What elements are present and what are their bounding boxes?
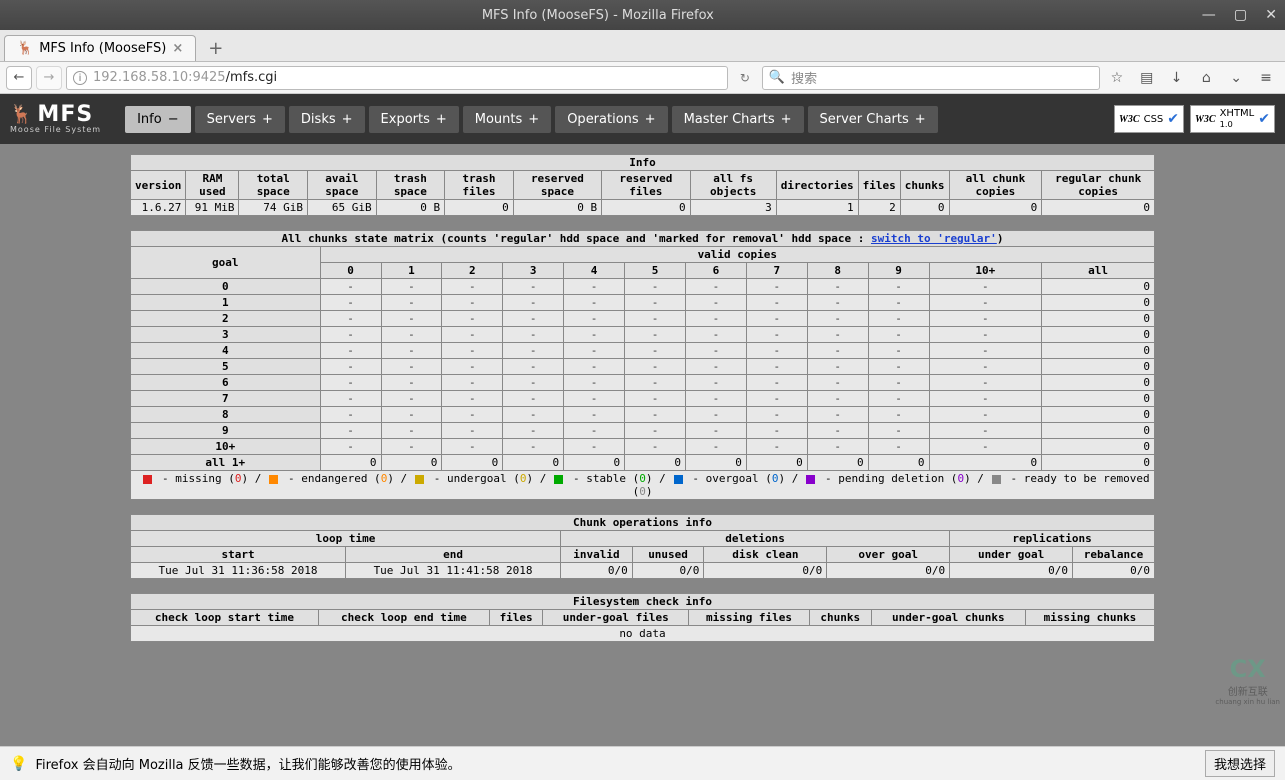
notification-choose-button[interactable]: 我想选择 [1205,750,1275,777]
bookmark-icon[interactable]: ☆ [1104,70,1130,86]
reload-button[interactable]: ↻ [732,71,758,85]
browser-tabs: 🦌 MFS Info (MooseFS) × + [0,30,1285,62]
url-input[interactable]: i 192.168.58.10:9425/mfs.cgi [66,66,728,90]
minimize-icon[interactable]: — [1202,7,1216,23]
mfs-tab-master-charts[interactable]: Master Charts+ [672,106,804,133]
back-button[interactable]: ← [6,66,32,90]
matrix-switch-link[interactable]: switch to 'regular' [871,232,997,245]
window-title: MFS Info (MooseFS) - Mozilla Firefox [8,8,1188,23]
downloads-icon[interactable]: ↓ [1164,70,1190,86]
mfs-tab-disks[interactable]: Disks+ [289,106,365,133]
fs-nodata: no data [131,626,1155,642]
w3c-badge-0[interactable]: W3CCSS✔ [1114,105,1184,133]
notification-text: Firefox 会自动向 Mozilla 反馈一些数据，让我们能够改善您的使用体… [35,754,460,773]
search-icon: 🔍 [769,70,785,85]
browser-tab-active[interactable]: 🦌 MFS Info (MooseFS) × [4,35,196,61]
pocket-icon[interactable]: ⌄ [1223,70,1249,86]
chunk-ops-table: Chunk operations info loop time deletion… [130,514,1155,579]
matrix-legend: - missing (0) / - endangered (0) / - und… [131,471,1155,500]
forward-button[interactable]: → [36,66,62,90]
new-tab-button[interactable]: + [200,36,231,61]
window-titlebar: MFS Info (MooseFS) - Mozilla Firefox — ▢… [0,0,1285,30]
mfs-tab-info[interactable]: Info− [125,106,191,133]
menu-icon[interactable]: ≡ [1253,70,1279,86]
lightbulb-icon: 💡 [10,756,27,772]
info-table-title: Info [131,155,1155,171]
matrix-valid-copies-header: valid copies [320,247,1154,263]
browser-toolbar: ← → i 192.168.58.10:9425/mfs.cgi ↻ 🔍 搜索 … [0,62,1285,94]
tab-close-icon[interactable]: × [172,41,183,56]
mfs-tab-servers[interactable]: Servers+ [195,106,285,133]
search-input[interactable]: 🔍 搜索 [762,66,1100,90]
page-content: 🦌MFS Moose File System Info−Servers+Disk… [0,94,1285,746]
matrix-goal-header: goal [131,247,321,279]
home-icon[interactable]: ⌂ [1193,70,1219,86]
toolbar-icons: ☆ ▤ ↓ ⌂ ⌄ ≡ [1104,70,1279,86]
mfs-logo: 🦌MFS Moose File System [10,104,101,134]
search-placeholder: 搜索 [791,68,817,87]
mfs-tab-operations[interactable]: Operations+ [555,106,667,133]
notification-bar: 💡 Firefox 会自动向 Mozilla 反馈一些数据，让我们能够改善您的使… [0,746,1285,780]
matrix-title: All chunks state matrix (counts 'regular… [131,231,1155,247]
fs-check-table: Filesystem check info check loop start t… [130,593,1155,642]
tab-favicon: 🦌 [17,41,33,56]
mfs-header: 🦌MFS Moose File System Info−Servers+Disk… [0,94,1285,144]
tab-title: MFS Info (MooseFS) [39,41,166,56]
library-icon[interactable]: ▤ [1134,70,1160,86]
mfs-tab-exports[interactable]: Exports+ [369,106,459,133]
w3c-badge-1[interactable]: W3CXHTML1.0✔ [1190,105,1275,133]
info-table: Info versionRAM usedtotal spaceavail spa… [130,154,1155,216]
url-host: 192.168.58.10 [93,70,188,85]
watermark: CX 创新互联 chuang xin hu lian [1215,655,1280,706]
maximize-icon[interactable]: ▢ [1234,7,1247,23]
close-icon[interactable]: ✕ [1265,7,1277,23]
site-info-icon[interactable]: i [73,71,87,85]
mfs-tab-mounts[interactable]: Mounts+ [463,106,551,133]
chunk-matrix-table: All chunks state matrix (counts 'regular… [130,230,1155,500]
mfs-tab-server-charts[interactable]: Server Charts+ [808,106,938,133]
